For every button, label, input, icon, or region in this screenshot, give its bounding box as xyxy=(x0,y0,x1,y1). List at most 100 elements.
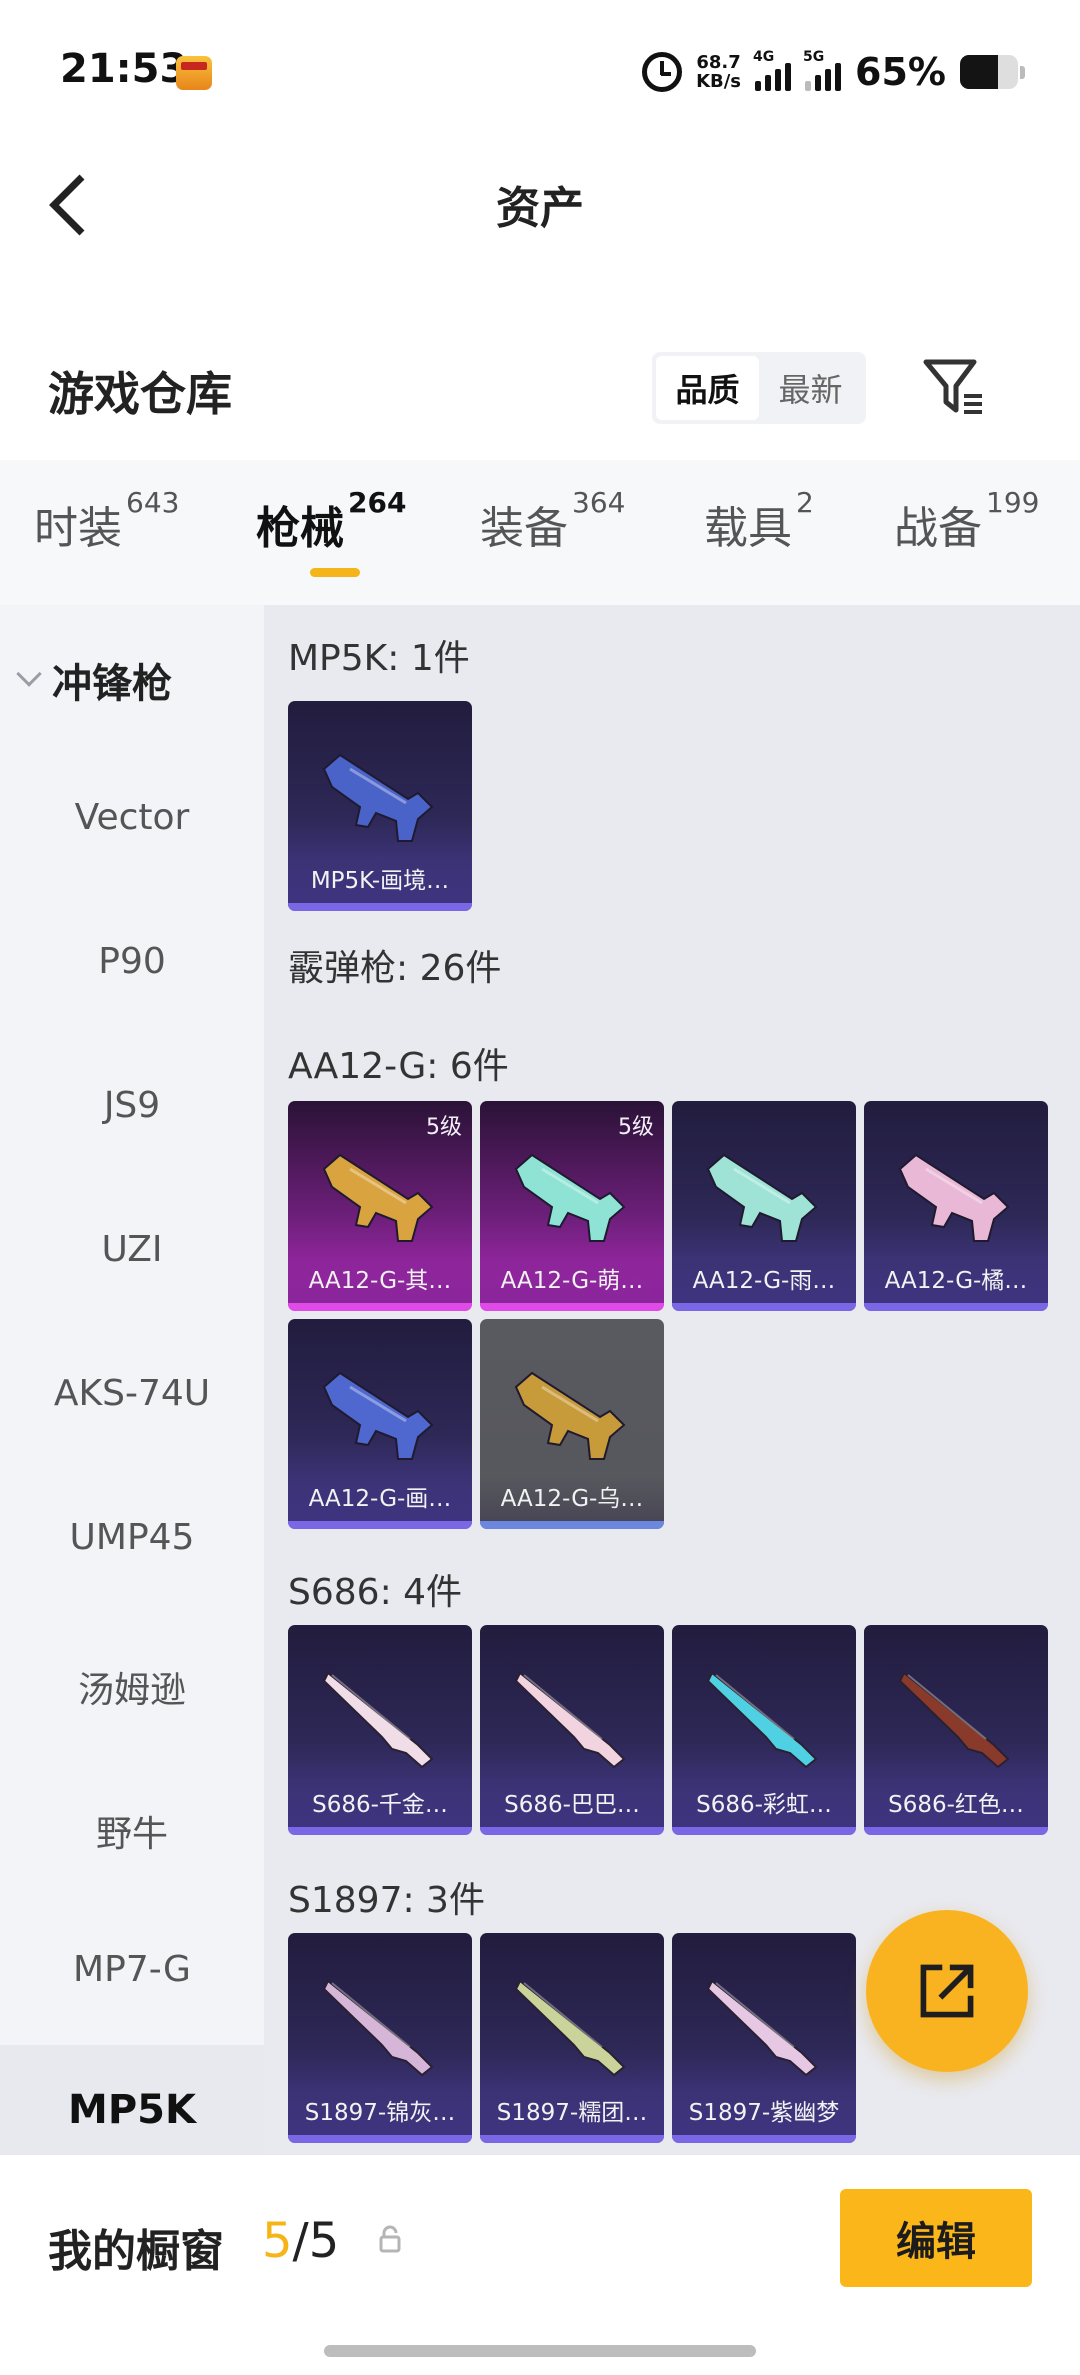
tab-count: 364 xyxy=(572,486,626,519)
tab-label: 战备 xyxy=(894,503,982,554)
tab-label: 载具 xyxy=(704,503,792,554)
tab-label: 装备 xyxy=(480,503,568,554)
tab-label: 时装 xyxy=(34,503,122,554)
card-rarity-bar xyxy=(288,2135,472,2143)
section-label-aa12g: AA12-G: 6件 xyxy=(288,1046,509,1087)
weapon-card[interactable]: S686-红色… xyxy=(864,1625,1048,1835)
gun-icon xyxy=(322,1371,434,1460)
sidebar-item-mp5k[interactable]: MP5K xyxy=(0,2045,264,2155)
weapon-card[interactable]: MP5K-画境… xyxy=(288,701,472,911)
chevron-down-icon xyxy=(16,661,42,687)
card-rarity-bar xyxy=(480,1521,664,1529)
weapon-card[interactable]: S686-千金… xyxy=(288,1625,472,1835)
card-name: S686-红色… xyxy=(864,1783,1048,1827)
shotgun-icon xyxy=(322,1671,434,1769)
shotgun-icon xyxy=(706,1671,818,1769)
shotgun-icon xyxy=(898,1671,1010,1769)
edit-button[interactable]: 编辑 xyxy=(840,2189,1032,2287)
weapon-card[interactable]: AA12-G-画… xyxy=(288,1319,472,1529)
card-rarity-bar xyxy=(480,2135,664,2143)
filter-button[interactable] xyxy=(920,356,990,420)
weapon-card[interactable]: S686-巴巴… xyxy=(480,1625,664,1835)
app-notification-icon xyxy=(176,56,212,90)
page-title: 资产 xyxy=(496,183,584,234)
filter-icon xyxy=(923,359,982,414)
sidebar-item-thompson[interactable]: 汤姆逊 xyxy=(0,1661,264,1713)
sidebar-item-mp7g[interactable]: MP7-G xyxy=(0,1949,264,1990)
lock-icon xyxy=(379,2225,401,2253)
weapon-card[interactable]: S1897-糯团… xyxy=(480,1933,664,2143)
card-name: AA12-G-萌… xyxy=(480,1259,664,1303)
sort-latest-option[interactable]: 最新 xyxy=(759,356,862,420)
card-name: S686-千金… xyxy=(288,1783,472,1827)
showcase-count: 5/5 xyxy=(262,2213,339,2269)
showcase-label: 我的橱窗 xyxy=(48,2226,224,2277)
sidebar-item-bizon[interactable]: 野牛 xyxy=(0,1805,264,1857)
showcase-current: 5 xyxy=(262,2213,293,2269)
sidebar-item-uzi[interactable]: UZI xyxy=(0,1229,264,1270)
sidebar-category-label: 冲锋枪 xyxy=(52,661,172,707)
gun-icon xyxy=(322,753,434,842)
weapon-sidebar: 冲锋枪 Vector P90 JS9 UZI AKS-74U UMP45 汤姆逊… xyxy=(0,605,264,2155)
card-name: AA12-G-橘… xyxy=(864,1259,1048,1303)
sidebar-item-vector[interactable]: Vector xyxy=(0,797,264,838)
gun-icon xyxy=(514,1153,626,1242)
tab-count: 643 xyxy=(126,486,180,519)
sidebar-category-smg[interactable]: 冲锋枪 xyxy=(16,651,172,709)
card-name: S686-巴巴… xyxy=(480,1783,664,1827)
section-label-s686: S686: 4件 xyxy=(288,1572,463,1613)
card-rarity-bar xyxy=(864,1827,1048,1835)
weapon-card[interactable]: 5级 AA12-G-萌… xyxy=(480,1101,664,1311)
weapon-card[interactable]: AA12-G-橘… xyxy=(864,1101,1048,1311)
tab-count: 199 xyxy=(986,486,1040,519)
section-label-shotgun: 霰弹枪: 26件 xyxy=(288,948,502,989)
card-rarity-bar xyxy=(288,1303,472,1311)
gun-icon xyxy=(322,1153,434,1242)
status-indicators: 68.7 KB/s 4G 5G 65% xyxy=(642,46,1025,98)
sim2-label: 5G xyxy=(803,49,825,65)
home-indicator[interactable] xyxy=(324,2345,756,2357)
card-rarity-bar xyxy=(288,903,472,911)
share-export-icon xyxy=(920,1964,974,2018)
gun-icon xyxy=(514,1371,626,1460)
status-time: 21:53 xyxy=(60,46,188,92)
shotgun-icon xyxy=(514,1979,626,2077)
sim1-label: 4G xyxy=(753,49,775,65)
card-name: AA12-G-画… xyxy=(288,1477,472,1521)
tab-equipment[interactable]: 装备364 xyxy=(480,486,625,556)
sort-quality-option[interactable]: 品质 xyxy=(656,356,759,420)
card-rarity-bar xyxy=(672,1303,856,1311)
card-name: S1897-紫幽梦 xyxy=(672,2091,856,2135)
sidebar-item-js9[interactable]: JS9 xyxy=(0,1085,264,1126)
weapon-card[interactable]: AA12-G-乌… xyxy=(480,1319,664,1529)
weapon-card[interactable]: S1897-锦灰… xyxy=(288,1933,472,2143)
sort-toggle: 品质 最新 xyxy=(652,352,866,424)
card-level-badge: 5级 xyxy=(618,1115,654,1140)
card-name: S1897-锦灰… xyxy=(288,2091,472,2135)
status-bar: 21:53 68.7 KB/s 4G 5G 65% xyxy=(0,0,1080,140)
card-rarity-bar xyxy=(288,1827,472,1835)
card-rarity-bar xyxy=(288,1521,472,1529)
tab-supplies[interactable]: 战备199 xyxy=(894,486,1039,556)
net-speed-value: 68.7 xyxy=(696,52,741,73)
tab-fashion[interactable]: 时装643 xyxy=(34,486,179,556)
category-tabs: 时装643 枪械264 装备364 载具2 战备199 xyxy=(0,460,1080,605)
weapon-card[interactable]: 5级 AA12-G-其… xyxy=(288,1101,472,1311)
weapon-card[interactable]: S1897-紫幽梦 xyxy=(672,1933,856,2143)
shotgun-icon xyxy=(706,1979,818,2077)
card-rarity-bar xyxy=(672,1827,856,1835)
sidebar-item-ump45[interactable]: UMP45 xyxy=(0,1517,264,1558)
card-rarity-bar xyxy=(864,1303,1048,1311)
weapon-card[interactable]: S686-彩虹… xyxy=(672,1625,856,1835)
share-fab-button[interactable] xyxy=(866,1910,1028,2072)
sidebar-item-p90[interactable]: P90 xyxy=(0,941,264,982)
battery-nub xyxy=(1020,65,1025,79)
sidebar-item-aks74u[interactable]: AKS-74U xyxy=(0,1373,264,1414)
tab-vehicles[interactable]: 载具2 xyxy=(704,486,814,556)
card-level-badge: 5级 xyxy=(426,1115,462,1140)
tab-guns[interactable]: 枪械264 xyxy=(256,486,406,556)
weapon-card[interactable]: AA12-G-雨… xyxy=(672,1101,856,1311)
alarm-icon xyxy=(642,52,683,92)
gun-icon xyxy=(898,1153,1010,1242)
tab-label: 枪械 xyxy=(256,503,344,554)
